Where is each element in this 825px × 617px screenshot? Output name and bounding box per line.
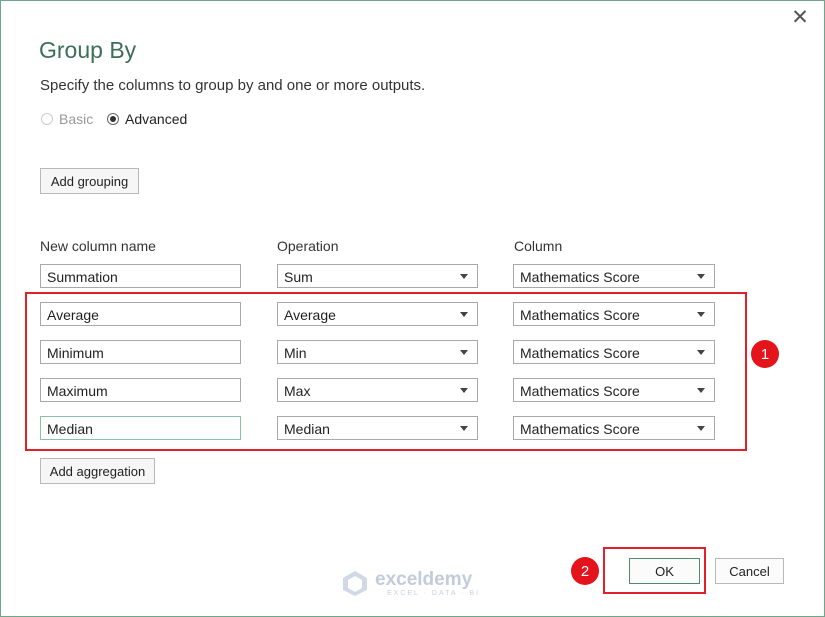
dialog-subtitle: Specify the columns to group by and one … (40, 77, 426, 94)
dialog-title: Group By (39, 37, 137, 63)
watermark-name: exceldemy (375, 568, 473, 590)
radio-basic-label: Basic (59, 111, 94, 127)
chevron-down-icon (697, 274, 705, 279)
radio-advanced-icon (107, 113, 119, 125)
header-column: Column (514, 238, 563, 254)
new-column-name-input[interactable]: Summation (40, 264, 241, 288)
operation-value: Sum (284, 269, 313, 285)
aggregation-row: Summation Sum Mathematics Score (1, 264, 825, 288)
exceldemy-watermark: exceldemy EXCEL · DATA · BI (341, 569, 480, 597)
annotation-highlight-rows (25, 292, 747, 451)
cancel-button[interactable]: Cancel (715, 558, 784, 584)
radio-advanced-label: Advanced (125, 111, 188, 127)
annotation-badge-2: 2 (571, 557, 599, 585)
column-value: Mathematics Score (520, 269, 640, 285)
header-operation: Operation (277, 238, 339, 254)
column-select[interactable]: Mathematics Score (513, 264, 715, 288)
add-aggregation-button[interactable]: Add aggregation (40, 458, 155, 484)
radio-basic-icon (41, 113, 53, 125)
watermark-tagline: EXCEL · DATA · BI (387, 589, 480, 597)
add-grouping-button[interactable]: Add grouping (40, 168, 139, 194)
ok-button[interactable]: OK (629, 558, 700, 584)
radio-basic[interactable]: Basic (41, 111, 93, 127)
operation-select[interactable]: Sum (277, 264, 478, 288)
group-by-dialog: ✕ Group By Specify the columns to group … (0, 0, 825, 617)
annotation-badge-1: 1 (751, 340, 779, 368)
exceldemy-logo-icon (343, 571, 367, 596)
chevron-down-icon (460, 274, 468, 279)
close-icon[interactable]: ✕ (789, 7, 811, 29)
header-new-column-name: New column name (40, 238, 156, 254)
radio-advanced[interactable]: Advanced (107, 111, 187, 127)
